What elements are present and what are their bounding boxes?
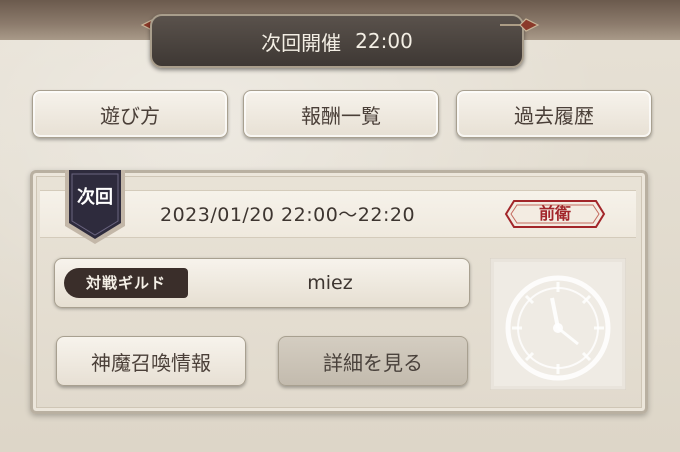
position-tag-label: 前衛 <box>538 204 571 223</box>
banner-title: 次回開催 <box>261 30 342 55</box>
clock-emblem-icon <box>490 258 626 390</box>
reward-list-label: 報酬一覧 <box>301 103 381 128</box>
past-history-button[interactable]: 過去履歴 <box>456 90 652 138</box>
match-datetime: 2023/01/20 22:00〜22:20 <box>160 204 416 226</box>
how-to-play-button[interactable]: 遊び方 <box>32 90 228 138</box>
reward-list-button[interactable]: 報酬一覧 <box>243 90 439 138</box>
summon-info-label: 神魔召喚情報 <box>91 350 211 375</box>
opponent-guild-name: miez <box>307 272 353 294</box>
details-button[interactable]: 詳細を見る <box>278 336 468 386</box>
banner-time: 22:00 <box>355 29 413 53</box>
opponent-guild-tag: 対戦ギルド <box>64 268 188 298</box>
next-badge-label: 次回 <box>77 187 113 208</box>
past-history-label: 過去履歴 <box>514 103 594 128</box>
details-label: 詳細を見る <box>323 350 423 375</box>
next-event-banner: 次回開催 22:00 <box>150 14 524 68</box>
summon-info-button[interactable]: 神魔召喚情報 <box>56 336 246 386</box>
ornament-right-icon <box>500 18 540 32</box>
how-to-play-label: 遊び方 <box>100 103 160 128</box>
